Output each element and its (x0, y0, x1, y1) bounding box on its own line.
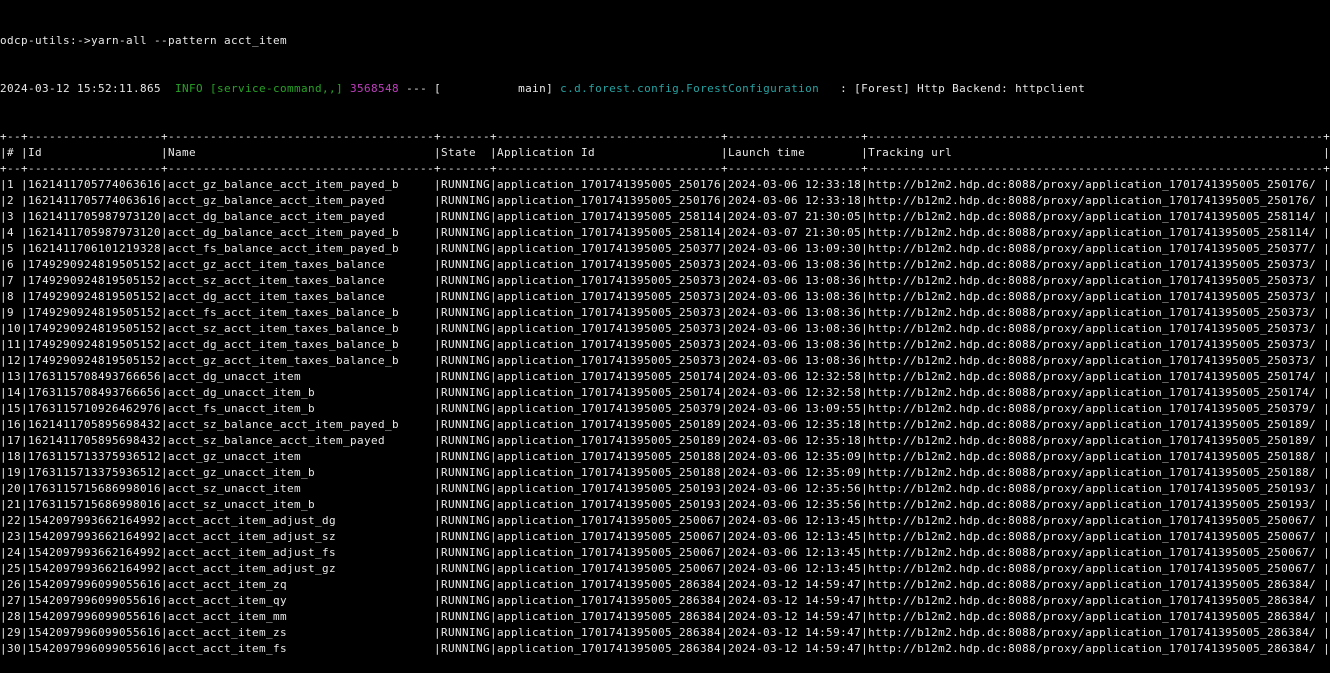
table-row: |27|1542097996099055616|acct_acct_item_q… (0, 593, 1330, 609)
table-row: |28|1542097996099055616|acct_acct_item_m… (0, 609, 1330, 625)
table-row: |6 |1749290924819505152|acct_gz_acct_ite… (0, 257, 1330, 273)
log-segment: 3568548 (350, 82, 399, 95)
table-row: |30|1542097996099055616|acct_acct_item_f… (0, 641, 1330, 657)
log-segment: INFO [service-command,,] (175, 82, 343, 95)
log-segment: : [Forest] Http Backend: httpclient (819, 82, 1085, 95)
log-segment: c.d.forest.config.ForestConfiguration (560, 82, 819, 95)
table-row: |4 |1621411705987973120|acct_dg_balance_… (0, 225, 1330, 241)
table-header-row: |# |Id |Name |State |Application Id |Lau… (0, 145, 1330, 161)
table-row: |12|1749290924819505152|acct_gz_acct_ite… (0, 353, 1330, 369)
table-row: |24|1542097993662164992|acct_acct_item_a… (0, 545, 1330, 561)
table-row: |2 |1621411705774063616|acct_gz_balance_… (0, 193, 1330, 209)
command-line: odcp-utils:->yarn-all --pattern acct_ite… (0, 33, 1330, 49)
yarn-table: +--+-------------------+----------------… (0, 129, 1330, 657)
table-row: |17|1621411705895698432|acct_sz_balance_… (0, 433, 1330, 449)
table-border: +--+-------------------+----------------… (0, 129, 1330, 145)
table-row: |21|1763115715686998016|acct_sz_unacct_i… (0, 497, 1330, 513)
terminal: odcp-utils:->yarn-all --pattern acct_ite… (0, 0, 1330, 673)
table-row: |11|1749290924819505152|acct_dg_acct_ite… (0, 337, 1330, 353)
table-row: |16|1621411705895698432|acct_sz_balance_… (0, 417, 1330, 433)
log-segment (343, 82, 350, 95)
table-row: |20|1763115715686998016|acct_sz_unacct_i… (0, 481, 1330, 497)
table-row: |15|1763115710926462976|acct_fs_unacct_i… (0, 401, 1330, 417)
table-row: |14|1763115708493766656|acct_dg_unacct_i… (0, 385, 1330, 401)
table-row: |22|1542097993662164992|acct_acct_item_a… (0, 513, 1330, 529)
table-row: |26|1542097996099055616|acct_acct_item_z… (0, 577, 1330, 593)
log-segment: --- [ main] (399, 82, 560, 95)
table-row: |18|1763115713375936512|acct_gz_unacct_i… (0, 449, 1330, 465)
table-row: |13|1763115708493766656|acct_dg_unacct_i… (0, 369, 1330, 385)
table-row: |5 |1621411706101219328|acct_fs_balance_… (0, 241, 1330, 257)
table-row: |1 |1621411705774063616|acct_gz_balance_… (0, 177, 1330, 193)
table-row: |8 |1749290924819505152|acct_dg_acct_ite… (0, 289, 1330, 305)
table-row: |3 |1621411705987973120|acct_dg_balance_… (0, 209, 1330, 225)
table-row: |19|1763115713375936512|acct_gz_unacct_i… (0, 465, 1330, 481)
table-row: |29|1542097996099055616|acct_acct_item_z… (0, 625, 1330, 641)
table-border: +--+-------------------+----------------… (0, 161, 1330, 177)
log-segment: 2024-03-12 15:52:11.865 (0, 82, 175, 95)
log-line: 2024-03-12 15:52:11.865 INFO [service-co… (0, 81, 1330, 97)
table-row: |25|1542097993662164992|acct_acct_item_a… (0, 561, 1330, 577)
table-row: |9 |1749290924819505152|acct_fs_acct_ite… (0, 305, 1330, 321)
table-row: |10|1749290924819505152|acct_sz_acct_ite… (0, 321, 1330, 337)
table-row: |23|1542097993662164992|acct_acct_item_a… (0, 529, 1330, 545)
table-row: |7 |1749290924819505152|acct_sz_acct_ite… (0, 273, 1330, 289)
